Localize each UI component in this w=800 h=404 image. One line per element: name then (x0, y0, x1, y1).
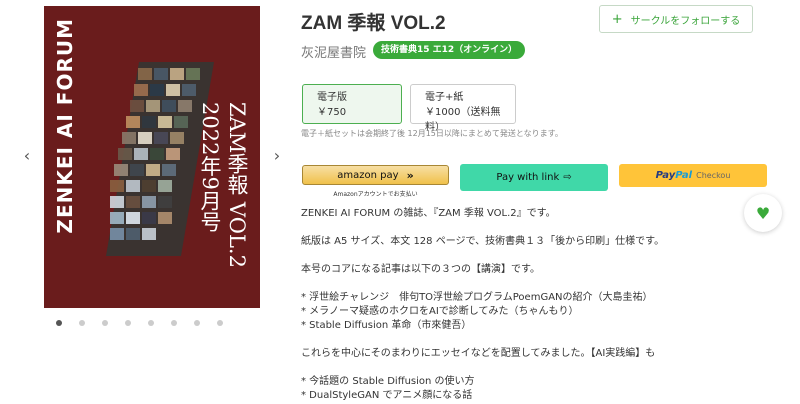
follow-button-label: サークルをフォローする (630, 15, 741, 27)
option-note: 電子＋紙セットは会期終了後 12月15日以降にまとめて発送となります。 (301, 129, 563, 138)
carousel-prev-arrow[interactable]: ‹ (20, 146, 34, 165)
product-title: ZAM 季報 VOL.2 (301, 13, 446, 34)
paypal-checkout-button[interactable]: PayPal Checkou (619, 164, 767, 187)
option-label: 電子+紙 (425, 92, 464, 103)
carousel-dot[interactable] (79, 320, 85, 326)
link-button-label: Pay with link (496, 172, 560, 183)
description-line: これらを中心にそのまわりにエッセイなどを配置してみました。【AI実践編】も (301, 348, 656, 359)
circle-name-link[interactable]: 灰泥屋書院 (301, 42, 366, 61)
description-line: * DualStyleGAN でアニメ顔になる話 (301, 390, 473, 401)
plus-icon: + (611, 11, 623, 27)
carousel-dot[interactable] (102, 320, 108, 326)
cover-side-title: ZENKEI AI FORUM (53, 18, 77, 234)
carousel-dot[interactable] (217, 320, 223, 326)
description-line: * メラノーマ疑惑のホクロをAIで診断してみた（ちゃんもり） (301, 306, 579, 317)
carousel-dot[interactable] (148, 320, 154, 326)
pay-with-link-button[interactable]: Pay with link ⇨ (460, 164, 608, 191)
paypal-checkout-label: Checkou (696, 171, 731, 180)
description-line: * Stable Diffusion 革命（市來健吾） (301, 320, 472, 331)
carousel-dots (56, 320, 223, 326)
description-line: 本号のコアになる記事は以下の３つの【講演】です。 (301, 264, 540, 275)
favorite-heart-button[interactable]: ♥ (744, 194, 782, 232)
product-description: ZENKEI AI FORUM の雑誌、『ZAM 季報 VOL.2』です。 紙版… (301, 207, 741, 403)
option-label: 電子版 (317, 92, 347, 103)
event-badge: 技術書典15 エ12（オンライン） (373, 41, 526, 59)
option-price: ￥750 (317, 107, 347, 118)
cover-vertical-title: ZAM季報 VOL.2 2022年9月号 (198, 102, 249, 268)
arrow-right-icon: ⇨ (563, 172, 572, 183)
option-digital-paper[interactable]: 電子+紙 ￥1000（送料無料） (410, 84, 516, 133)
heart-icon: ♥ (755, 203, 771, 223)
double-chevron-icon: » (406, 168, 414, 182)
carousel-dot[interactable] (125, 320, 131, 326)
carousel-dot[interactable] (56, 320, 62, 326)
follow-circle-button[interactable]: + サークルをフォローする (599, 5, 753, 33)
book-cover-image: ZENKEI AI FORUM ZAM季報 VOL.2 2022年9月号 (44, 6, 260, 308)
description-line: 紙版は A5 サイズ、本文 128 ページで、技術書典１３「後から印刷」仕様です… (301, 236, 665, 247)
amazon-pay-label: amazon pay (337, 169, 399, 181)
carousel-dot[interactable] (194, 320, 200, 326)
option-digital[interactable]: 電子版 ￥750 (302, 84, 402, 124)
description-line: ZENKEI AI FORUM の雑誌、『ZAM 季報 VOL.2』です。 (301, 208, 556, 219)
description-line: * 浮世絵チャレンジ 俳句TO浮世絵プログラムPoemGANの紹介（大島圭祐） (301, 292, 653, 303)
amazon-pay-subtext: Amazonアカウントでお支払い (333, 191, 418, 198)
carousel-dot[interactable] (171, 320, 177, 326)
amazon-pay-button[interactable]: amazon pay » (302, 165, 449, 185)
carousel-next-arrow[interactable]: › (270, 146, 284, 165)
paypal-logo: PayPal (655, 170, 693, 181)
description-line: * 今話題の Stable Diffusion の使い方 (301, 376, 475, 387)
